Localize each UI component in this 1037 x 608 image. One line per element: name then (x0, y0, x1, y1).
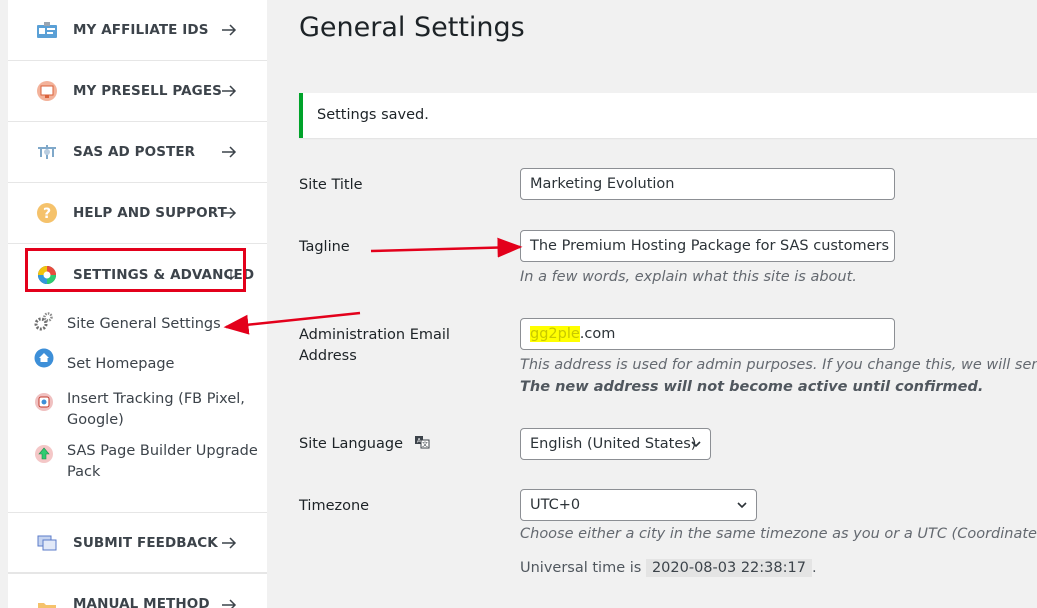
redacted-email-highlight: g​g​2​​​pl​e (530, 326, 580, 342)
timezone-label: Timezone (299, 498, 370, 514)
site-language-label-text: Site Language (299, 436, 404, 452)
help-icon: ? (35, 201, 59, 225)
home-icon (34, 348, 54, 368)
sidebar-item-manual-method[interactable]: MANUAL METHOD (8, 573, 267, 608)
sidebar-item-label: SAS AD POSTER (73, 144, 196, 160)
admin-email-suffix: .com (579, 326, 616, 342)
sidebar-item-label: MY AFFILIATE IDS (73, 22, 209, 38)
sidebar-item-label: MY PRESELL PAGES (73, 83, 222, 99)
sidebar-item-label: SUBMIT FEEDBACK (73, 534, 218, 551)
admin-email-input[interactable]: g​g​2​​​pl​e .com (520, 318, 895, 350)
translate-icon: A文 (414, 436, 430, 449)
tracking-icon (35, 393, 53, 411)
settings-saved-notice: Settings saved. (299, 93, 1037, 138)
sub-item-label: Site General Settings (67, 316, 221, 332)
site-title-value: Marketing Evolution (530, 176, 675, 192)
admin-email-note: The new address will not become active u… (520, 379, 984, 395)
arrow-right-icon (222, 85, 237, 97)
sub-item-label: Set Homepage (67, 356, 175, 372)
svg-text:文: 文 (422, 441, 428, 449)
tagline-label: Tagline (299, 239, 350, 255)
sidebar-item-submit-feedback[interactable]: SUBMIT FEEDBACK (8, 512, 267, 573)
tagline-description: In a few words, explain what this site i… (520, 269, 857, 285)
page-title: General Settings (299, 12, 525, 43)
sidebar: MY AFFILIATE IDS MY PRESELL PAGES SAS AD… (8, 0, 267, 608)
settings-highlight-box (25, 248, 246, 292)
ad-poster-icon (35, 140, 59, 164)
tagline-value: The Premium Hosting Package for SAS cust… (530, 238, 890, 254)
sub-item-label: Insert Tracking (FB Pixel, Google) (67, 391, 245, 428)
sidebar-item-sas-ad-poster[interactable]: SAS AD POSTER (8, 122, 267, 183)
arrow-right-icon (222, 536, 237, 549)
site-title-input[interactable]: Marketing Evolution (520, 168, 895, 200)
gears-icon (34, 312, 53, 331)
site-language-value: English (United States) (530, 436, 697, 452)
timezone-select[interactable]: UTC+0 (520, 489, 757, 521)
arrow-right-icon (222, 207, 237, 219)
admin-email-description: This address is used for admin purposes.… (520, 357, 1037, 373)
notice-text: Settings saved. (317, 107, 429, 123)
universal-time-value: 2020-08-03 22:38:17 (645, 559, 812, 577)
chevron-down-icon (737, 502, 747, 509)
presell-icon (35, 79, 59, 103)
sub-item-label: SAS Page Builder Upgrade Pack (67, 443, 258, 480)
svg-text:?: ? (43, 206, 51, 222)
sidebar-item-label: HELP AND SUPPORT (73, 205, 227, 221)
main-content: General Settings Settings saved. Site Ti… (267, 0, 1037, 608)
admin-email-label: Administration Email Address (299, 327, 450, 364)
arrow-right-icon (222, 24, 237, 36)
feedback-icon (35, 531, 59, 555)
folder-icon (35, 596, 59, 608)
tagline-input[interactable]: The Premium Hosting Package for SAS cust… (520, 230, 895, 262)
arrow-right-icon (222, 146, 237, 158)
id-card-icon (35, 18, 59, 42)
site-title-label: Site Title (299, 177, 363, 193)
universal-time-suffix: . (811, 560, 817, 576)
site-language-select[interactable]: English (United States) (520, 428, 711, 460)
universal-time: Universal time is 2020-08-03 22:38:17. (520, 559, 817, 577)
timezone-description: Choose either a city in the same timezon… (520, 526, 1037, 542)
upgrade-icon (35, 445, 53, 463)
sidebar-item-help-and-support[interactable]: ? HELP AND SUPPORT (8, 183, 267, 244)
sidebar-item-my-affiliate-ids[interactable]: MY AFFILIATE IDS (8, 0, 267, 61)
timezone-value: UTC+0 (530, 497, 581, 513)
chevron-down-icon (691, 441, 701, 448)
sidebar-item-label: MANUAL METHOD (73, 596, 210, 608)
universal-time-prefix: Universal time is (520, 560, 642, 576)
sidebar-item-my-presell-pages[interactable]: MY PRESELL PAGES (8, 61, 267, 122)
site-language-label: Site Language A文 (299, 434, 430, 455)
arrow-right-icon (222, 599, 237, 608)
